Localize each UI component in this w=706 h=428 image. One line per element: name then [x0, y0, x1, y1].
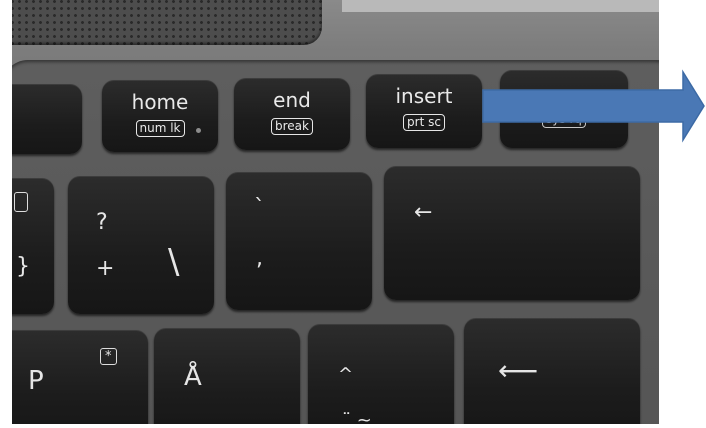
annotation-arrow-shape: [482, 69, 705, 143]
annotation-arrow: [482, 69, 705, 143]
